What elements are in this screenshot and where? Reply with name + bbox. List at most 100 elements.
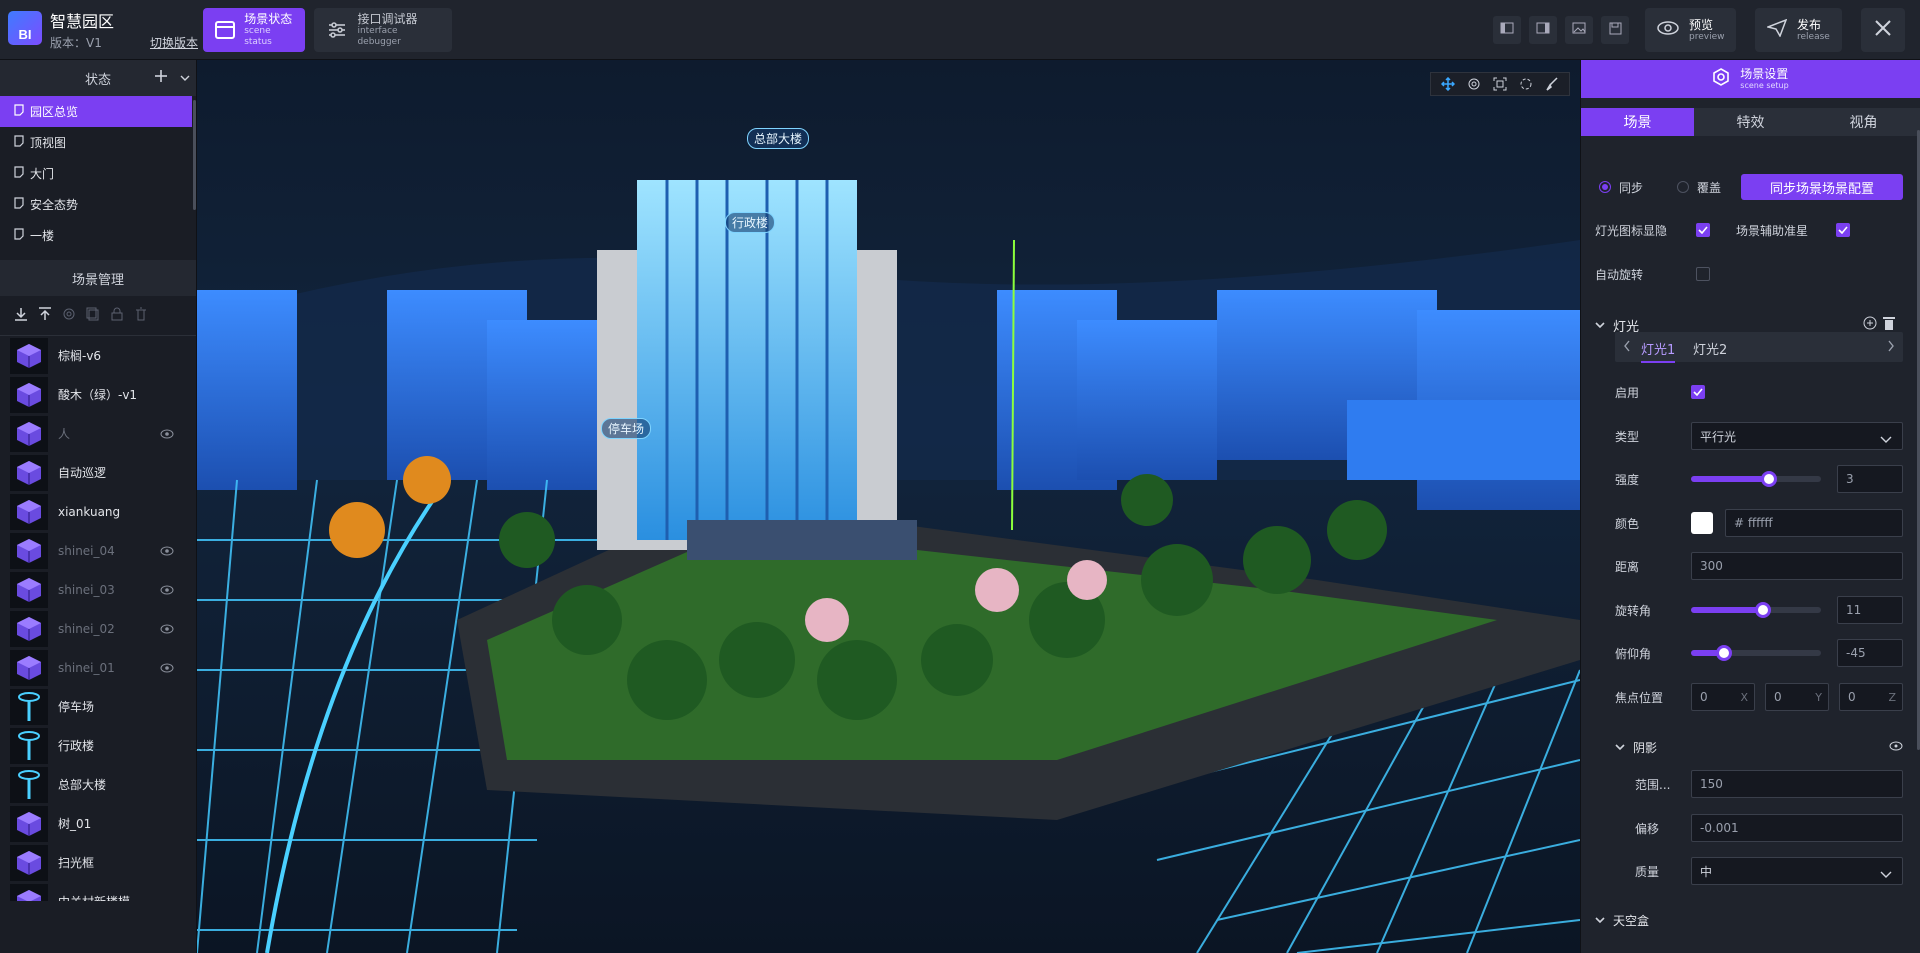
light-icon-checkbox[interactable]	[1696, 223, 1710, 237]
asset-item[interactable]: shinei_03	[0, 570, 192, 609]
lock-icon[interactable]	[110, 307, 124, 325]
tab-scene[interactable]: 场景	[1581, 108, 1694, 136]
intensity-slider[interactable]	[1691, 471, 1821, 487]
label-admin[interactable]: 行政楼	[725, 212, 776, 233]
chevron-left-icon[interactable]	[1623, 340, 1631, 356]
download-icon[interactable]	[14, 307, 28, 325]
scene-manager-header: 场景管理	[0, 260, 196, 296]
auto-rotate-label: 自动旋转	[1595, 267, 1644, 282]
fit-icon[interactable]	[1489, 75, 1511, 93]
rotation-input[interactable]: 11	[1837, 596, 1903, 624]
enable-checkbox[interactable]	[1691, 385, 1705, 399]
shadow-section-header[interactable]: 阴影	[1581, 732, 1920, 762]
type-select[interactable]: 平行光	[1691, 422, 1903, 450]
intensity-input[interactable]: 3	[1837, 465, 1903, 493]
model-icon	[10, 805, 48, 842]
focus-x-input[interactable]: 0X	[1691, 683, 1755, 711]
rotation-slider[interactable]	[1691, 602, 1821, 618]
chevron-right-icon[interactable]	[1887, 340, 1895, 356]
delete-icon[interactable]	[134, 307, 148, 325]
copy-icon[interactable]	[86, 307, 100, 325]
status-scrollbar[interactable]	[193, 100, 196, 210]
asset-item[interactable]: 人	[0, 414, 192, 453]
focus-icon[interactable]	[1463, 75, 1485, 93]
cover-radio[interactable]	[1677, 181, 1689, 193]
quality-label: 质量	[1635, 864, 1660, 879]
visibility-icon[interactable]	[160, 662, 174, 676]
layout-right-button[interactable]	[1529, 16, 1557, 44]
marker-icon	[10, 766, 48, 803]
asset-item[interactable]: 停车场	[0, 687, 192, 726]
asset-item[interactable]: 酸木（绿）-v1	[0, 375, 192, 414]
save-button[interactable]	[1601, 16, 1629, 44]
tab-interface-debugger-label: 接口调试器	[357, 12, 418, 26]
status-item[interactable]: 二楼	[0, 251, 192, 256]
brush-icon[interactable]	[1541, 75, 1563, 93]
light-tab-1[interactable]: 灯光1	[1641, 339, 1676, 363]
asset-name: 总部大楼	[58, 778, 107, 792]
upload-icon[interactable]	[38, 306, 52, 325]
switch-version-link[interactable]: 切换版本	[150, 34, 198, 51]
asset-item[interactable]: 中关村新楼模	[0, 882, 192, 901]
tab-view[interactable]: 视角	[1807, 108, 1920, 136]
chevron-down-icon	[1880, 433, 1892, 447]
light-tab-2[interactable]: 灯光2	[1693, 339, 1727, 358]
asset-item[interactable]: 扫光框	[0, 843, 192, 882]
status-item[interactable]: 大门	[0, 158, 192, 189]
tab-effects[interactable]: 特效	[1694, 108, 1807, 136]
eye-icon[interactable]	[1889, 740, 1903, 754]
status-item[interactable]: 安全态势	[0, 189, 192, 220]
crosshair-checkbox[interactable]	[1836, 223, 1850, 237]
focus-z-input[interactable]: 0Z	[1839, 683, 1903, 711]
visibility-icon[interactable]	[160, 623, 174, 637]
rotate-icon[interactable]	[1515, 75, 1537, 93]
focus-y-input[interactable]: 0Y	[1765, 683, 1829, 711]
asset-item[interactable]: shinei_04	[0, 531, 192, 570]
pitch-label: 俯仰角	[1615, 646, 1652, 661]
visibility-icon[interactable]	[160, 584, 174, 598]
asset-item[interactable]: 树_01	[0, 804, 192, 843]
sync-config-button[interactable]: 同步场景场景配置	[1741, 174, 1903, 200]
pitch-slider[interactable]	[1691, 645, 1821, 661]
visibility-icon[interactable]	[160, 428, 174, 442]
tab-scene-status[interactable]: 场景状态 scene status	[203, 8, 305, 52]
asset-item[interactable]: 总部大楼	[0, 765, 192, 804]
offset-input[interactable]: -0.001	[1691, 814, 1903, 842]
visibility-icon[interactable]	[160, 545, 174, 559]
left-panel: 状态 园区总览顶视图大门安全态势一楼二楼 场景管理 棕榈-v6 酸木（绿）-v1 人…	[0, 60, 197, 953]
layout-left-button[interactable]	[1493, 16, 1521, 44]
status-item[interactable]: 顶视图	[0, 127, 192, 158]
close-button[interactable]	[1861, 8, 1905, 52]
asset-item[interactable]: shinei_01	[0, 648, 192, 687]
auto-rotate-checkbox[interactable]	[1696, 267, 1710, 281]
move-icon[interactable]	[1437, 75, 1459, 93]
asset-item[interactable]: 自动巡逻	[0, 453, 192, 492]
pitch-input[interactable]: -45	[1837, 639, 1903, 667]
release-button[interactable]: 发布 release	[1755, 8, 1842, 52]
sync-label: 同步	[1619, 180, 1644, 195]
asset-item[interactable]: 行政楼	[0, 726, 192, 765]
image-button[interactable]	[1565, 16, 1593, 44]
release-sub: release	[1797, 31, 1830, 42]
asset-item[interactable]: xiankuang	[0, 492, 192, 531]
color-input[interactable]: # ffffff	[1725, 509, 1903, 537]
label-hq[interactable]: 总部大楼	[747, 128, 810, 149]
scene-viewport[interactable]: 总部大楼 行政楼 停车场	[197, 60, 1580, 953]
tab-interface-debugger-sub: interface debugger	[357, 26, 401, 47]
color-swatch[interactable]	[1691, 512, 1713, 534]
range-input[interactable]: 150	[1691, 770, 1903, 798]
distance-input[interactable]: 300	[1691, 552, 1903, 580]
status-item[interactable]: 一楼	[0, 220, 192, 251]
preview-button[interactable]: 预览 preview	[1645, 8, 1737, 52]
status-item[interactable]: 园区总览	[0, 96, 192, 127]
sync-radio[interactable]	[1599, 181, 1611, 193]
tab-interface-debugger[interactable]: 接口调试器 interface debugger	[314, 8, 452, 52]
add-status-icon[interactable]	[154, 69, 168, 87]
chevron-down-icon[interactable]	[180, 71, 190, 86]
label-parking[interactable]: 停车场	[601, 418, 652, 439]
asset-item[interactable]: 棕榈-v6	[0, 336, 192, 375]
skybox-section-header[interactable]: 天空盒	[1581, 905, 1920, 935]
target-icon[interactable]	[62, 307, 76, 325]
quality-select[interactable]: 中	[1691, 857, 1903, 885]
asset-item[interactable]: shinei_02	[0, 609, 192, 648]
